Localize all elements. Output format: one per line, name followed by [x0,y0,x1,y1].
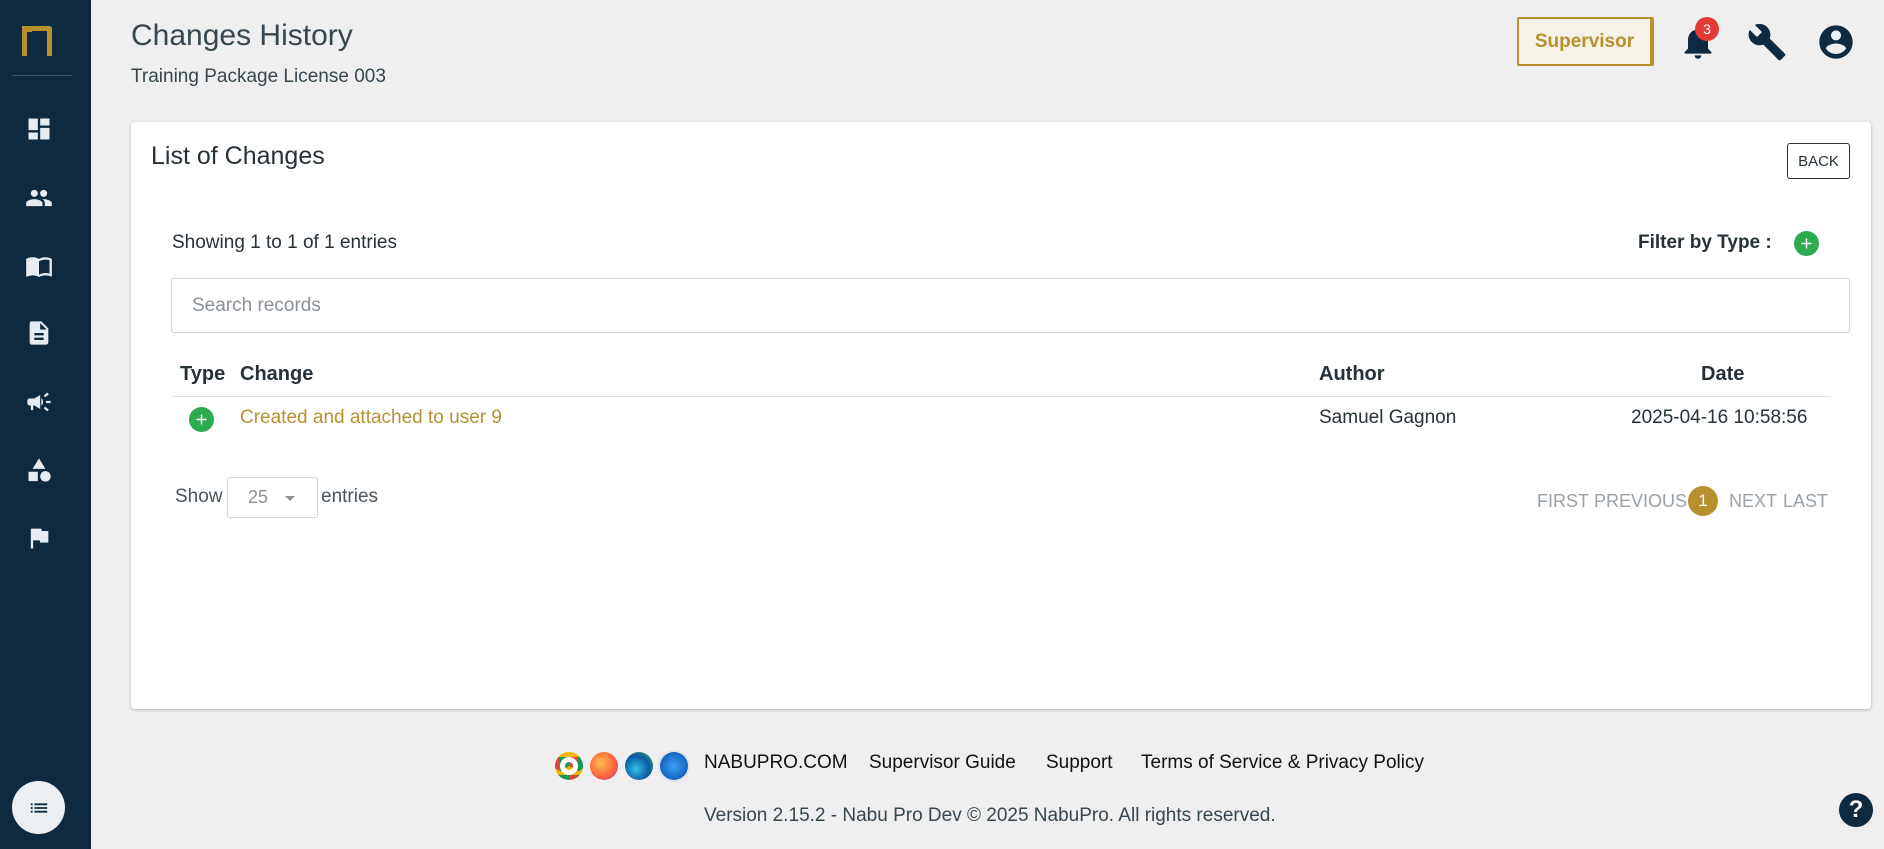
document-icon[interactable] [24,318,54,348]
pagination-last[interactable]: LAST [1783,491,1828,512]
page-title: Changes History [131,19,353,52]
back-button[interactable]: BACK [1787,143,1850,179]
safari-icon [660,752,688,780]
menu-list-icon[interactable] [12,781,65,834]
notification-badge: 3 [1695,17,1719,41]
page-subtitle: Training Package License 003 [131,66,386,87]
page-size-value: 25 [248,487,269,507]
filter-add-icon[interactable] [1794,231,1819,256]
firefox-icon [590,752,618,780]
page-size-select[interactable]: 25 [227,477,318,518]
showing-entries-text: Showing 1 to 1 of 1 entries [172,232,397,253]
footer-link-terms[interactable]: Terms of Service & Privacy Policy [1141,752,1424,774]
footer-link-supervisor-guide[interactable]: Supervisor Guide [869,752,1016,774]
sidebar [0,0,91,849]
search-input[interactable] [171,278,1850,333]
date-cell: 2025-04-16 10:58:56 [1631,407,1808,428]
pagination-previous[interactable]: PREVIOUS [1594,491,1687,512]
campaign-icon[interactable] [24,387,54,417]
change-link[interactable]: Created and attached to user 9 [240,407,502,429]
author-cell: Samuel Gagnon [1319,407,1457,428]
role-button[interactable]: Supervisor [1517,17,1654,66]
column-header-author[interactable]: Author [1319,363,1385,386]
plus-circle-icon [189,407,214,432]
pagination-next[interactable]: NEXT [1729,491,1777,512]
shapes-icon[interactable] [24,455,54,485]
wrench-icon[interactable] [1745,20,1789,64]
help-icon[interactable]: ? [1839,793,1873,827]
entries-label: entries [321,486,379,507]
version-text: Version 2.15.2 - Nabu Pro Dev © 2025 Nab… [704,805,1276,826]
column-header-date[interactable]: Date [1701,363,1744,386]
users-icon[interactable] [24,183,54,213]
dashboard-icon[interactable] [24,114,54,144]
pagination-first[interactable]: FIRST [1537,491,1589,512]
chrome-icon [555,752,583,780]
book-icon[interactable] [24,251,54,281]
account-icon[interactable] [1814,20,1858,64]
column-header-change[interactable]: Change [240,363,313,386]
table-header-divider [171,396,1831,397]
footer-link-support[interactable]: Support [1046,752,1113,774]
column-header-type[interactable]: Type [180,363,225,386]
app-logo[interactable] [12,20,72,76]
changes-card: List of Changes BACK Showing 1 to 1 of 1… [131,122,1871,709]
footer-link-nabupro[interactable]: NABUPRO.COM [704,752,848,774]
flag-icon[interactable] [24,523,54,553]
edge-icon [625,752,653,780]
card-title: List of Changes [151,142,325,170]
caret-down-icon [285,496,295,501]
filter-by-type-label: Filter by Type : [1638,232,1772,253]
show-label: Show [175,486,223,507]
pagination-current[interactable]: 1 [1688,486,1718,516]
